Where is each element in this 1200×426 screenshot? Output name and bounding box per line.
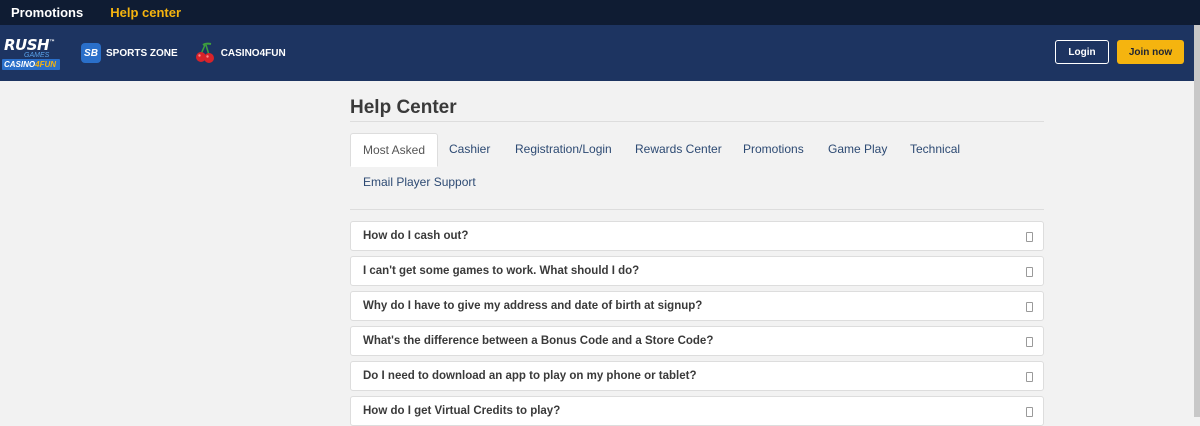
expand-icon[interactable] [1026, 302, 1033, 312]
title-divider [350, 121, 1044, 122]
sports-zone-icon: SB [81, 43, 101, 63]
expand-icon[interactable] [1026, 337, 1033, 347]
page-scrollbar[interactable] [1194, 25, 1200, 417]
faq-question: How do I get Virtual Credits to play? [363, 405, 561, 417]
help-tabs: Most Asked Cashier Registration/Login Re… [350, 133, 1044, 210]
expand-icon[interactable] [1026, 407, 1033, 417]
logo-rush-text: RUSH™ [4, 36, 55, 54]
faq-item[interactable]: How do I cash out? [350, 221, 1044, 251]
tab-rewards-center[interactable]: Rewards Center [635, 133, 722, 166]
faq-question: How do I cash out? [363, 230, 469, 242]
tab-promotions[interactable]: Promotions [743, 133, 804, 166]
tab-registration-login[interactable]: Registration/Login [515, 133, 612, 166]
tab-game-play[interactable]: Game Play [828, 133, 887, 166]
top-nav-promotions[interactable]: Promotions [11, 5, 83, 20]
faq-item[interactable]: Do I need to download an app to play on … [350, 361, 1044, 391]
faq-question: Do I need to download an app to play on … [363, 370, 697, 382]
header-actions: Login Join now [1055, 40, 1184, 64]
tab-email-player-support[interactable]: Email Player Support [363, 166, 476, 199]
top-nav: Promotions Help center [0, 0, 1200, 25]
main-header: RUSH™ GAMES CASINO4FUN SB SPORTS ZONE CA… [0, 25, 1200, 81]
page-title: Help Center [350, 97, 457, 118]
faq-question: Why do I have to give my address and dat… [363, 300, 703, 312]
faq-item[interactable]: What's the difference between a Bonus Co… [350, 326, 1044, 356]
tab-most-asked[interactable]: Most Asked [350, 133, 439, 167]
faq-item[interactable]: How do I get Virtual Credits to play? [350, 396, 1044, 426]
logo-casino-text: CASINO4FUN [2, 59, 60, 70]
tab-cashier[interactable]: Cashier [449, 133, 490, 166]
expand-icon[interactable] [1026, 372, 1033, 382]
top-nav-help-center[interactable]: Help center [110, 5, 181, 20]
faq-question: I can't get some games to work. What sho… [363, 265, 640, 277]
faq-question: What's the difference between a Bonus Co… [363, 335, 714, 347]
faq-item[interactable]: Why do I have to give my address and dat… [350, 291, 1044, 321]
tab-technical[interactable]: Technical [910, 133, 960, 166]
sports-zone-link[interactable]: SB SPORTS ZONE [81, 43, 178, 63]
rush-games-logo[interactable]: RUSH™ GAMES CASINO4FUN [2, 31, 64, 75]
join-now-button[interactable]: Join now [1117, 40, 1184, 64]
login-button[interactable]: Login [1055, 40, 1109, 64]
logo-games-text: GAMES [24, 52, 50, 59]
help-center-content: Help Center Most Asked Cashier Registrat… [350, 81, 1044, 426]
cherry-icon [195, 42, 214, 63]
expand-icon[interactable] [1026, 267, 1033, 277]
sports-zone-label: SPORTS ZONE [106, 47, 178, 59]
expand-icon[interactable] [1026, 232, 1033, 242]
casino4fun-label: CASINO4FUN [220, 47, 286, 59]
faq-item[interactable]: I can't get some games to work. What sho… [350, 256, 1044, 286]
casino4fun-link[interactable]: CASINO4FUN [194, 42, 286, 64]
